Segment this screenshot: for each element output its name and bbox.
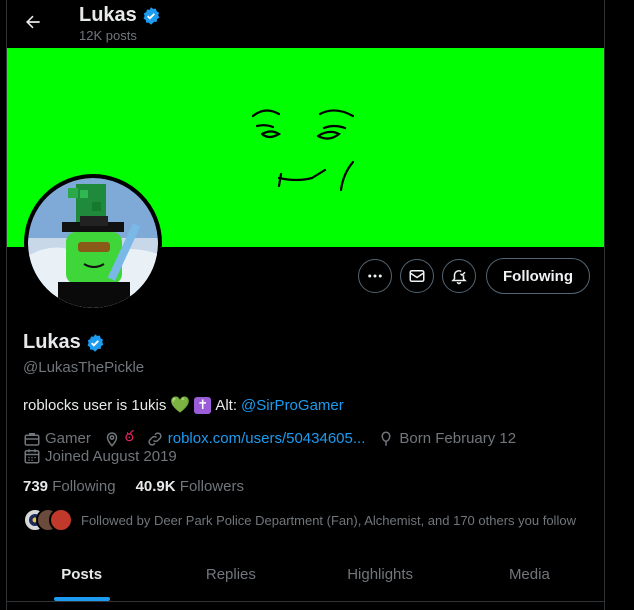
tab-posts[interactable]: Posts — [7, 548, 156, 601]
joined-text: Joined August 2019 — [45, 447, 177, 465]
verified-badge-icon — [143, 6, 160, 25]
link-icon — [148, 431, 162, 446]
calendar-icon — [24, 449, 40, 464]
profile-avatar[interactable] — [24, 174, 162, 312]
tab-replies[interactable]: Replies — [156, 548, 305, 601]
back-arrow-icon — [26, 15, 40, 29]
more-button[interactable] — [358, 259, 393, 293]
website-link[interactable]: roblox.com/users/50434605... — [168, 430, 366, 447]
bio-alt-link[interactable]: @SirProGamer — [241, 397, 344, 414]
tab-label: Highlights — [347, 566, 414, 583]
more-icon — [368, 274, 382, 278]
birthday-text: Born February 12 — [399, 430, 517, 447]
following-count: 739 — [23, 478, 49, 495]
follower-avatar — [49, 508, 73, 532]
bio-alt-label: Alt: — [215, 396, 237, 414]
profile-meta: Gamer ఠ roblox.com/users/50434605... Bor… — [23, 428, 528, 449]
profile-tabs: Posts Replies Highlights Media — [7, 548, 604, 602]
profile-actions: Following — [358, 258, 590, 294]
profile-column: Lukas 12K posts Following Lukas @LukasTh… — [6, 0, 605, 610]
tab-media[interactable]: Media — [455, 548, 604, 601]
briefcase-icon — [24, 432, 40, 446]
following-button[interactable]: Following — [486, 258, 590, 294]
profile-handle: @LukasThePickle — [23, 359, 145, 376]
header-title: Lukas — [79, 4, 161, 27]
header-posts-count: 12K posts — [79, 28, 137, 43]
location-text: ఠ — [124, 428, 134, 445]
following-label: Following — [52, 478, 116, 495]
green-heart-emoji: 💚 — [170, 397, 191, 414]
followed-by-link[interactable]: Followed by Deer Park Police Department … — [23, 508, 576, 532]
tab-highlights[interactable]: Highlights — [306, 548, 455, 601]
followers-count: 40.9K — [135, 478, 176, 495]
bio-text: roblocks user is 1ukis — [23, 396, 167, 414]
category-text: Gamer — [45, 430, 91, 447]
profile-bio: roblocks user is 1ukis 💚 ✝ Alt: @SirProG… — [23, 395, 344, 415]
active-tab-indicator — [53, 597, 110, 601]
following-count-link[interactable]: 739 Following — [23, 478, 116, 495]
location-icon — [106, 431, 118, 447]
back-button[interactable] — [15, 4, 51, 40]
verified-badge-icon[interactable] — [85, 333, 105, 353]
follow-counts: 739 Following 40.9K Followers — [23, 478, 244, 495]
header-name: Lukas — [79, 4, 137, 26]
website-item: roblox.com/users/50434605... — [146, 430, 366, 448]
profile-name: Lukas — [23, 331, 105, 354]
tab-label: Replies — [205, 566, 256, 583]
birthday-item: Born February 12 — [377, 430, 516, 448]
tab-label: Posts — [61, 566, 103, 583]
followed-by-avatars — [23, 508, 73, 532]
category-item: Gamer — [23, 430, 91, 448]
profile-display-name: Lukas — [23, 331, 81, 353]
top-bar: Lukas 12K posts — [7, 0, 604, 48]
avatar-image — [28, 178, 158, 308]
notifications-button[interactable] — [442, 259, 477, 293]
profile-meta-joined: Joined August 2019 — [23, 447, 189, 465]
notification-bell-icon — [451, 270, 467, 285]
cross-emoji: ✝ — [194, 396, 212, 414]
tab-label: Media — [508, 566, 550, 583]
joined-item: Joined August 2019 — [23, 447, 177, 465]
birthday-icon — [381, 430, 391, 446]
followers-label: Followers — [179, 478, 244, 495]
message-icon — [409, 270, 425, 282]
message-button[interactable] — [400, 259, 435, 293]
followers-count-link[interactable]: 40.9K Followers — [136, 478, 244, 495]
location-item: ఠ — [103, 428, 134, 449]
followed-by-text: Followed by Deer Park Police Department … — [81, 512, 576, 528]
